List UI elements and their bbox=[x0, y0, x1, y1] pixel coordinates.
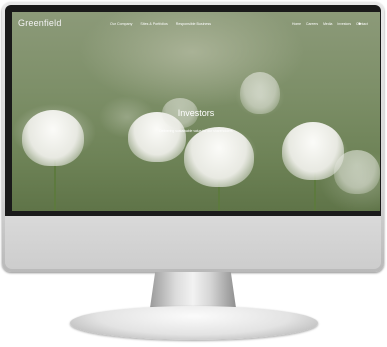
nav-item-home[interactable]: Home bbox=[292, 22, 301, 26]
monitor-stand-base bbox=[70, 306, 318, 340]
hero-subtitle: Delivering sustainable value for our sha… bbox=[159, 129, 233, 133]
daisy-flower bbox=[334, 150, 380, 194]
monitor-stand-neck bbox=[150, 272, 236, 308]
nav-item-media[interactable]: Media bbox=[323, 22, 332, 26]
daisy-flower bbox=[184, 127, 254, 187]
top-navigation: Greenfield Our Company Sites & Portfolio… bbox=[12, 12, 380, 34]
hero-title: Investors bbox=[177, 108, 215, 118]
nav-item-careers[interactable]: Careers bbox=[306, 22, 318, 26]
monitor-chin bbox=[5, 216, 381, 269]
primary-nav: Our Company Sites & Portfolios Responsib… bbox=[110, 22, 211, 26]
nav-item-our-company[interactable]: Our Company bbox=[110, 22, 132, 26]
nav-item-investors[interactable]: Investors bbox=[337, 22, 351, 26]
site-logo[interactable]: Greenfield bbox=[18, 18, 62, 28]
flower-stem bbox=[54, 160, 56, 211]
imac-monitor: Greenfield Our Company Sites & Portfolio… bbox=[2, 2, 384, 272]
website-screen: Greenfield Our Company Sites & Portfolio… bbox=[12, 12, 380, 211]
nav-item-sites-portfolios[interactable]: Sites & Portfolios bbox=[140, 22, 167, 26]
globe-icon[interactable]: ● bbox=[358, 21, 361, 27]
secondary-nav: Home Careers Media Investors Contact bbox=[292, 22, 368, 26]
screen-bezel: Greenfield Our Company Sites & Portfolio… bbox=[5, 5, 381, 216]
daisy-flower bbox=[22, 110, 84, 166]
nav-item-responsible-business[interactable]: Responsible Business bbox=[176, 22, 211, 26]
